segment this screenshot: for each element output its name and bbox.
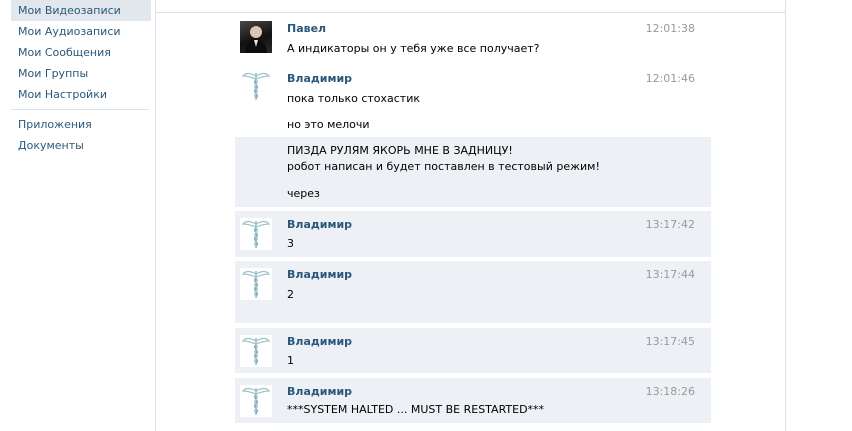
nav-my-audio[interactable]: Мои Аудиозаписи — [11, 21, 151, 42]
message-row[interactable]: Владимир 13:17:45 1 — [235, 328, 711, 373]
message-history-panel: Павел 12:01:38 А индикаторы он у тебя уж… — [155, 0, 786, 431]
nav-my-settings[interactable]: Мои Настройки — [11, 84, 151, 105]
message-text: А индикаторы он у тебя уже все получает? — [287, 42, 540, 55]
message-text: но это мелочи — [287, 118, 370, 131]
message-text: робот написан и будет поставлен в тестов… — [287, 160, 600, 173]
message-time: 13:18:26 — [645, 385, 695, 398]
caduceus-icon — [241, 72, 271, 100]
message-text: ***SYSTEM HALTED ... MUST BE RESTARTED**… — [287, 403, 545, 416]
message-text: через — [287, 187, 320, 200]
caduceus-icon — [241, 220, 271, 248]
message-author[interactable]: Владимир — [287, 335, 352, 348]
left-sidebar: Мои Видеозаписи Мои Аудиозаписи Мои Сооб… — [11, 0, 151, 156]
nav-documents[interactable]: Документы — [11, 135, 151, 156]
message-text: 2 — [287, 288, 294, 301]
nav-applications[interactable]: Приложения — [11, 114, 151, 135]
message-time: 12:01:46 — [645, 72, 695, 85]
message-time: 13:17:45 — [645, 335, 695, 348]
caduceus-icon — [241, 387, 271, 415]
message-row[interactable]: Владимир 13:17:42 3 — [235, 211, 711, 257]
message-text: ПИЗДА РУЛЯМ ЯКОРЬ МНЕ В ЗАДНИЦУ! — [287, 144, 513, 157]
nav-my-videos[interactable]: Мои Видеозаписи — [11, 0, 151, 21]
message-author[interactable]: Павел — [287, 22, 326, 35]
message-time: 13:17:42 — [645, 218, 695, 231]
nav-divider — [11, 109, 149, 110]
user-avatar[interactable] — [240, 218, 272, 250]
message-row[interactable]: Павел 12:01:38 А индикаторы он у тебя уж… — [235, 14, 711, 61]
user-avatar[interactable] — [240, 385, 272, 417]
message-author[interactable]: Владимир — [287, 218, 352, 231]
divider — [156, 12, 785, 13]
message-text: пока только стохастик — [287, 92, 421, 105]
message-row[interactable]: Владимир 12:01:46 пока только стохастик … — [235, 63, 711, 133]
message-text: 3 — [287, 237, 294, 250]
message-row[interactable]: Владимир 13:17:44 2 — [235, 261, 711, 323]
message-time: 13:17:44 — [645, 268, 695, 281]
caduceus-icon — [241, 270, 271, 298]
user-avatar[interactable] — [240, 70, 272, 102]
message-author[interactable]: Владимир — [287, 385, 352, 398]
message-time: 12:01:38 — [645, 22, 695, 35]
nav-my-messages[interactable]: Мои Сообщения — [11, 42, 151, 63]
caduceus-icon — [241, 337, 271, 365]
person-silhouette-icon — [245, 26, 267, 53]
user-avatar[interactable] — [240, 335, 272, 367]
message-row[interactable]: ПИЗДА РУЛЯМ ЯКОРЬ МНЕ В ЗАДНИЦУ! робот н… — [235, 137, 711, 207]
message-author[interactable]: Владимир — [287, 72, 352, 85]
message-author[interactable]: Владимир — [287, 268, 352, 281]
user-avatar-photo[interactable] — [240, 21, 272, 53]
message-text: 1 — [287, 354, 294, 367]
nav-my-groups[interactable]: Мои Группы — [11, 63, 151, 84]
user-avatar[interactable] — [240, 268, 272, 300]
message-row[interactable]: Владимир 13:18:26 ***SYSTEM HALTED ... M… — [235, 378, 711, 423]
